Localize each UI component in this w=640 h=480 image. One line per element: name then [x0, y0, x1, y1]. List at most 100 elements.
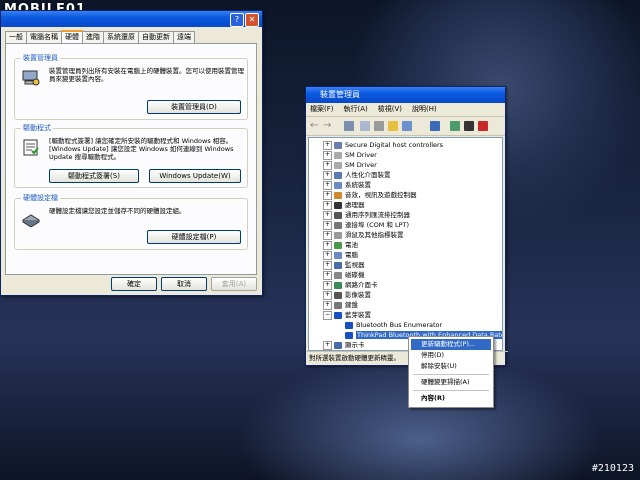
- menu-view[interactable]: 檢視(V): [378, 103, 402, 116]
- tree-node-ports[interactable]: + 連接埠 (COM 和 LPT): [323, 220, 409, 230]
- driver-signing-button[interactable]: 驅動程式簽署(S): [49, 169, 139, 183]
- expand-icon[interactable]: +: [323, 200, 332, 210]
- menu-action[interactable]: 執行(A): [344, 103, 368, 116]
- uninstall-device-icon[interactable]: [478, 121, 488, 131]
- tree-node-computer[interactable]: + 電腦: [323, 250, 358, 260]
- tree-node-sm-driver-1[interactable]: + SM Driver: [323, 150, 377, 160]
- tree-node-batteries[interactable]: + 電池: [323, 240, 358, 250]
- device-category-icon: [334, 201, 342, 209]
- update-driver-icon[interactable]: [430, 121, 440, 131]
- tree-node-usb[interactable]: + 通用序列匯流排控制器: [323, 210, 410, 220]
- tree-node-display-adapters[interactable]: + 顯示卡: [323, 340, 365, 350]
- menu-item-update-driver[interactable]: 更新驅動程式(P)...: [411, 339, 491, 350]
- expand-icon[interactable]: +: [323, 280, 332, 290]
- tab-remote[interactable]: 遠端: [173, 31, 195, 43]
- device-manager-button[interactable]: 裝置管理員(D): [147, 100, 241, 114]
- close-button[interactable]: ✕: [245, 13, 259, 27]
- expand-icon[interactable]: +: [323, 220, 332, 230]
- expand-icon[interactable]: +: [323, 180, 332, 190]
- device-manager-window: 裝置管理員 檔案(F) 執行(A) 檢視(V) 說明(H) ← → + Secur…: [305, 86, 508, 366]
- menu-item-scan-hardware[interactable]: 硬體變更掃描(A): [411, 377, 491, 388]
- device-manager-titlebar[interactable]: 裝置管理員: [306, 87, 505, 103]
- back-arrow-icon[interactable]: ←: [310, 121, 320, 131]
- expand-icon[interactable]: +: [323, 260, 332, 270]
- menu-file[interactable]: 檔案(F): [310, 103, 334, 116]
- menu-item-disable[interactable]: 停用(D): [411, 350, 491, 361]
- expand-icon[interactable]: +: [323, 210, 332, 220]
- expand-icon[interactable]: +: [323, 190, 332, 200]
- refresh-icon[interactable]: [402, 121, 412, 131]
- print-icon[interactable]: [374, 121, 384, 131]
- expand-icon[interactable]: +: [323, 140, 332, 150]
- tab-system-restore[interactable]: 系統還原: [103, 31, 139, 43]
- menu-bar: 檔案(F) 執行(A) 檢視(V) 說明(H): [306, 103, 505, 117]
- disable-device-icon[interactable]: [464, 121, 474, 131]
- hardware-profiles-button[interactable]: 硬體設定檔(P): [147, 230, 241, 244]
- device-category-icon: [334, 341, 342, 349]
- tree-node-bluetooth[interactable]: − 藍芽裝置: [323, 310, 371, 320]
- ok-button[interactable]: 確定: [111, 277, 157, 291]
- bluetooth-icon: [334, 311, 342, 319]
- tab-general[interactable]: 一般: [5, 31, 27, 43]
- tree-node-sm-driver-2[interactable]: + SM Driver: [323, 160, 377, 170]
- windows-update-button[interactable]: Windows Update(W): [149, 169, 241, 183]
- tree-node-monitors[interactable]: + 監視器: [323, 260, 365, 270]
- expand-icon[interactable]: +: [323, 340, 332, 350]
- device-category-icon: [334, 301, 342, 309]
- show-hide-tree-icon[interactable]: [344, 121, 354, 131]
- image-id-label: #210123: [591, 463, 634, 474]
- tree-node-label: 磁碟機: [345, 271, 365, 279]
- tree-node-label: SM Driver: [345, 151, 377, 159]
- property-tabs: 一般 電腦名稱 硬體 進階 系統還原 自動更新 遠端: [5, 30, 195, 45]
- driver-signing-icon: [23, 139, 39, 156]
- bluetooth-icon: [345, 331, 353, 339]
- expand-icon[interactable]: +: [323, 240, 332, 250]
- device-category-icon: [334, 261, 342, 269]
- tree-node-disk-drives[interactable]: + 磁碟機: [323, 270, 365, 280]
- tree-node-keyboards[interactable]: + 鍵盤: [323, 300, 358, 310]
- expand-icon[interactable]: +: [323, 270, 332, 280]
- expand-icon[interactable]: +: [323, 230, 332, 240]
- tree-node-network-adapters[interactable]: + 網路介面卡: [323, 280, 378, 290]
- drivers-group-title: 驅動程式: [21, 123, 53, 133]
- tab-automatic-updates[interactable]: 自動更新: [138, 31, 174, 43]
- system-properties-window: ? ✕ 一般 電腦名稱 硬體 進階 系統還原 自動更新 遠端 裝置管理員 裝置管…: [0, 10, 263, 296]
- tree-node-bluetooth-bus-enumerator[interactable]: Bluetooth Bus Enumerator: [345, 320, 442, 330]
- device-category-icon: [334, 191, 342, 199]
- expand-icon[interactable]: +: [323, 170, 332, 180]
- menu-help[interactable]: 說明(H): [412, 103, 437, 116]
- cancel-button[interactable]: 取消: [161, 277, 207, 291]
- forward-arrow-icon[interactable]: →: [323, 121, 333, 131]
- tree-node-label: 網路介面卡: [345, 281, 378, 289]
- collapse-icon[interactable]: −: [323, 310, 332, 320]
- tree-node-label: 監視器: [345, 261, 365, 269]
- tab-computer-name[interactable]: 電腦名稱: [26, 31, 62, 43]
- expand-icon[interactable]: +: [323, 150, 332, 160]
- tree-node-processors[interactable]: + 處理器: [323, 200, 365, 210]
- expand-icon[interactable]: +: [323, 160, 332, 170]
- drivers-group-text: [驅動程式簽署] 讓您確定所安裝的驅動程式和 Windows 相容。[Windo…: [49, 137, 234, 161]
- apply-button[interactable]: 套用(A): [211, 277, 257, 291]
- menu-separator: [413, 374, 489, 375]
- tree-node-sound-video[interactable]: + 音效，視訊及遊戲控制器: [323, 190, 417, 200]
- scan-hardware-icon[interactable]: [450, 121, 460, 131]
- device-category-icon: [334, 251, 342, 259]
- tree-node-system-devices[interactable]: + 系統裝置: [323, 180, 371, 190]
- help-button[interactable]: ?: [230, 13, 244, 27]
- properties-icon[interactable]: [360, 121, 370, 131]
- expand-icon[interactable]: +: [323, 290, 332, 300]
- tree-node-imaging-devices[interactable]: + 影像裝置: [323, 290, 371, 300]
- tree-node-secure-digital[interactable]: + Secure Digital host controllers: [323, 140, 443, 150]
- toolbar: ← →: [306, 117, 505, 136]
- tree-node-hid[interactable]: + 人性化介面裝置: [323, 170, 391, 180]
- bluetooth-icon: [345, 321, 353, 329]
- menu-item-properties[interactable]: 內容(R): [411, 393, 491, 404]
- help-icon[interactable]: [388, 121, 398, 131]
- system-properties-titlebar[interactable]: ? ✕: [1, 11, 262, 27]
- menu-item-uninstall[interactable]: 解除安裝(U): [411, 361, 491, 372]
- expand-icon[interactable]: +: [323, 300, 332, 310]
- tree-node-mice[interactable]: + 滑鼠及其他指標裝置: [323, 230, 404, 240]
- expand-icon[interactable]: +: [323, 250, 332, 260]
- tree-node-label: 鍵盤: [345, 301, 358, 309]
- tab-advanced[interactable]: 進階: [82, 31, 104, 43]
